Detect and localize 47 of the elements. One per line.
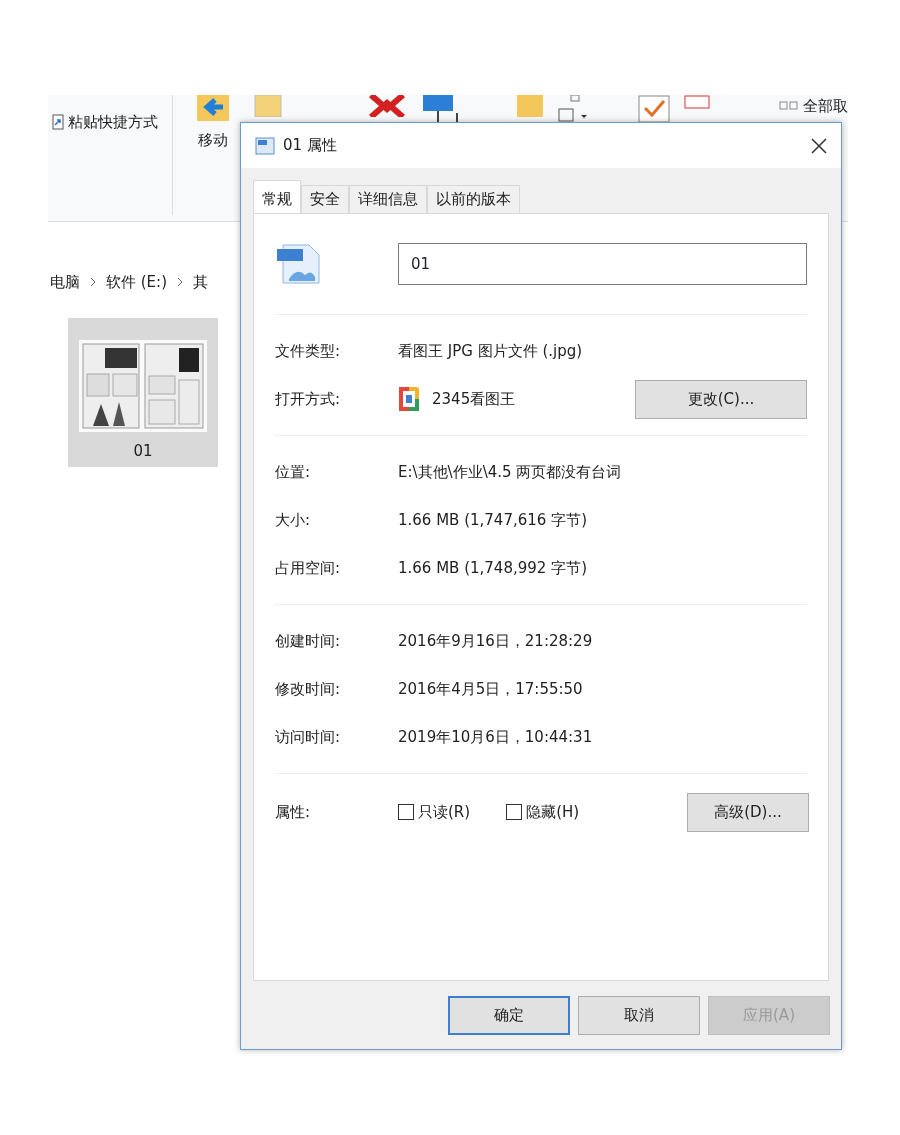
advanced-button[interactable]: 高级(D)... [687, 792, 809, 832]
file-name-field[interactable]: 01 [398, 243, 807, 285]
breadcrumb-item[interactable]: 其 [193, 270, 208, 294]
tab[interactable]: 以前的版本 [427, 185, 520, 213]
field-value: 看图王 JPG 图片文件 (.jpg) [398, 340, 583, 362]
window-title: 01 属性 [283, 135, 338, 157]
breadcrumb-item[interactable]: 电脑 [50, 270, 80, 294]
field-label: 占用空间: [275, 557, 342, 579]
dialog-button[interactable]: 取消 [578, 996, 700, 1035]
field-label: 属性: [275, 801, 312, 823]
delete-icon [367, 95, 408, 117]
app-icon [398, 386, 420, 412]
close-icon[interactable] [811, 137, 827, 154]
file-name-label: 01 [133, 441, 153, 462]
checkbox[interactable]: 只读(R) [398, 800, 471, 824]
select-all-label[interactable]: 全部取 [803, 95, 848, 118]
tab[interactable]: 安全 [301, 185, 349, 213]
field-label: 访问时间: [275, 726, 342, 748]
shortcut-icon [52, 114, 64, 131]
field-label: 创建时间: [275, 630, 342, 652]
field-value: 2019年10月6日，10:44:31 [398, 726, 593, 748]
field-value: E:\其他\作业\4.5 两页都没有台词 [398, 461, 622, 483]
field-value: 1.66 MB (1,748,992 字节) [398, 557, 587, 579]
field-value: 2016年9月16日，21:28:29 [398, 630, 593, 652]
image-file-icon [255, 136, 275, 155]
jpg-file-icon [275, 243, 321, 285]
paste-shortcut-label[interactable]: 粘贴快捷方式 [68, 111, 158, 134]
field-value: 1.66 MB (1,747,616 字节) [398, 509, 587, 531]
field-label: 位置: [275, 461, 312, 483]
file-thumbnail-tile[interactable]: 01 [68, 318, 218, 467]
field-value: 2016年4月5日，17:55:50 [398, 678, 583, 700]
tab[interactable]: 常规 [253, 180, 301, 213]
field-label: 文件类型: [275, 340, 342, 362]
field-label: 大小: [275, 509, 312, 531]
dialog-button[interactable]: 确定 [448, 996, 570, 1035]
field-value: 2345看图王 [432, 388, 517, 410]
chevron-icon [177, 277, 183, 287]
checkbox[interactable]: 隐藏(H) [506, 800, 580, 824]
move-to-label[interactable]: 移动 [198, 129, 229, 152]
select-all-icon [779, 101, 799, 112]
change-button[interactable]: 更改(C)... [635, 379, 807, 419]
tab[interactable]: 详细信息 [349, 185, 427, 213]
chevron-icon [90, 277, 96, 287]
field-label: 打开方式: [275, 388, 342, 410]
folder-icon [517, 95, 544, 117]
breadcrumb-item[interactable]: 软件 (E:) [106, 270, 167, 294]
field-label: 修改时间: [275, 678, 342, 700]
